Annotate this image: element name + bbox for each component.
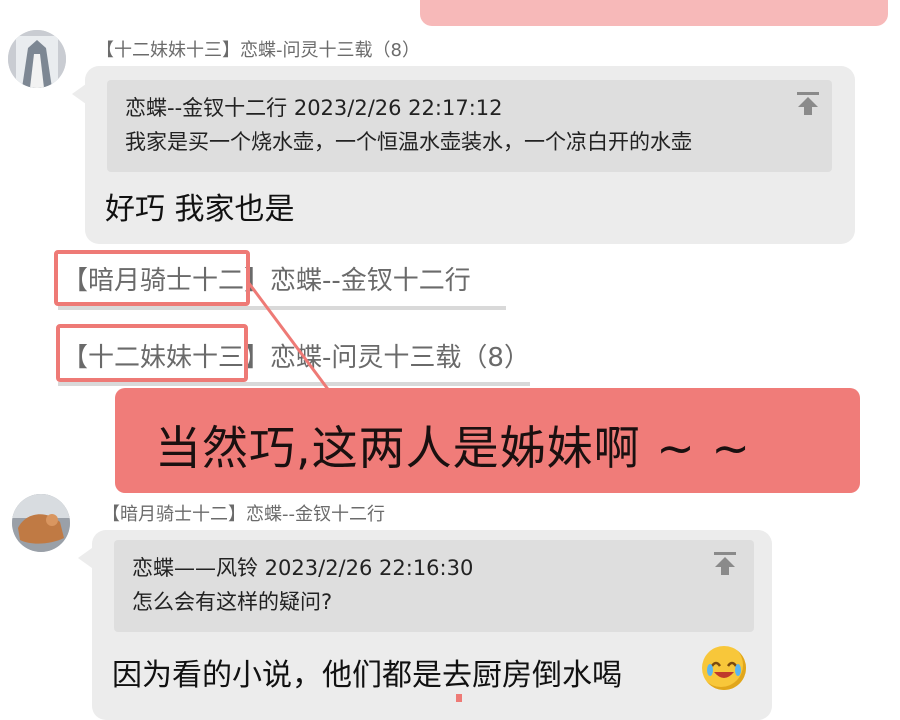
- avatar[interactable]: [12, 494, 70, 552]
- message-bubble: 恋蝶——风铃 2023/2/26 22:16:30 怎么会有这样的疑问? 因为看…: [92, 530, 772, 720]
- laughing-crying-emoji-icon: [702, 646, 746, 690]
- sender-name[interactable]: 【暗月骑士十二】恋蝶--金钗十二行: [102, 500, 385, 526]
- annotation-text: 当然巧,这两人是姊妹啊 ~ ~: [155, 421, 751, 475]
- annotation-mark: [456, 694, 462, 702]
- quote-meta: 恋蝶——风铃 2023/2/26 22:16:30: [132, 556, 474, 580]
- bubble-tail: [78, 548, 92, 568]
- pin-top-icon[interactable]: [712, 550, 738, 576]
- message-text: 因为看的小说，他们都是去厨房倒水喝: [112, 658, 622, 693]
- quote-text: 怎么会有这样的疑问?: [132, 590, 333, 614]
- quoted-message[interactable]: 恋蝶——风铃 2023/2/26 22:16:30 怎么会有这样的疑问?: [114, 540, 754, 632]
